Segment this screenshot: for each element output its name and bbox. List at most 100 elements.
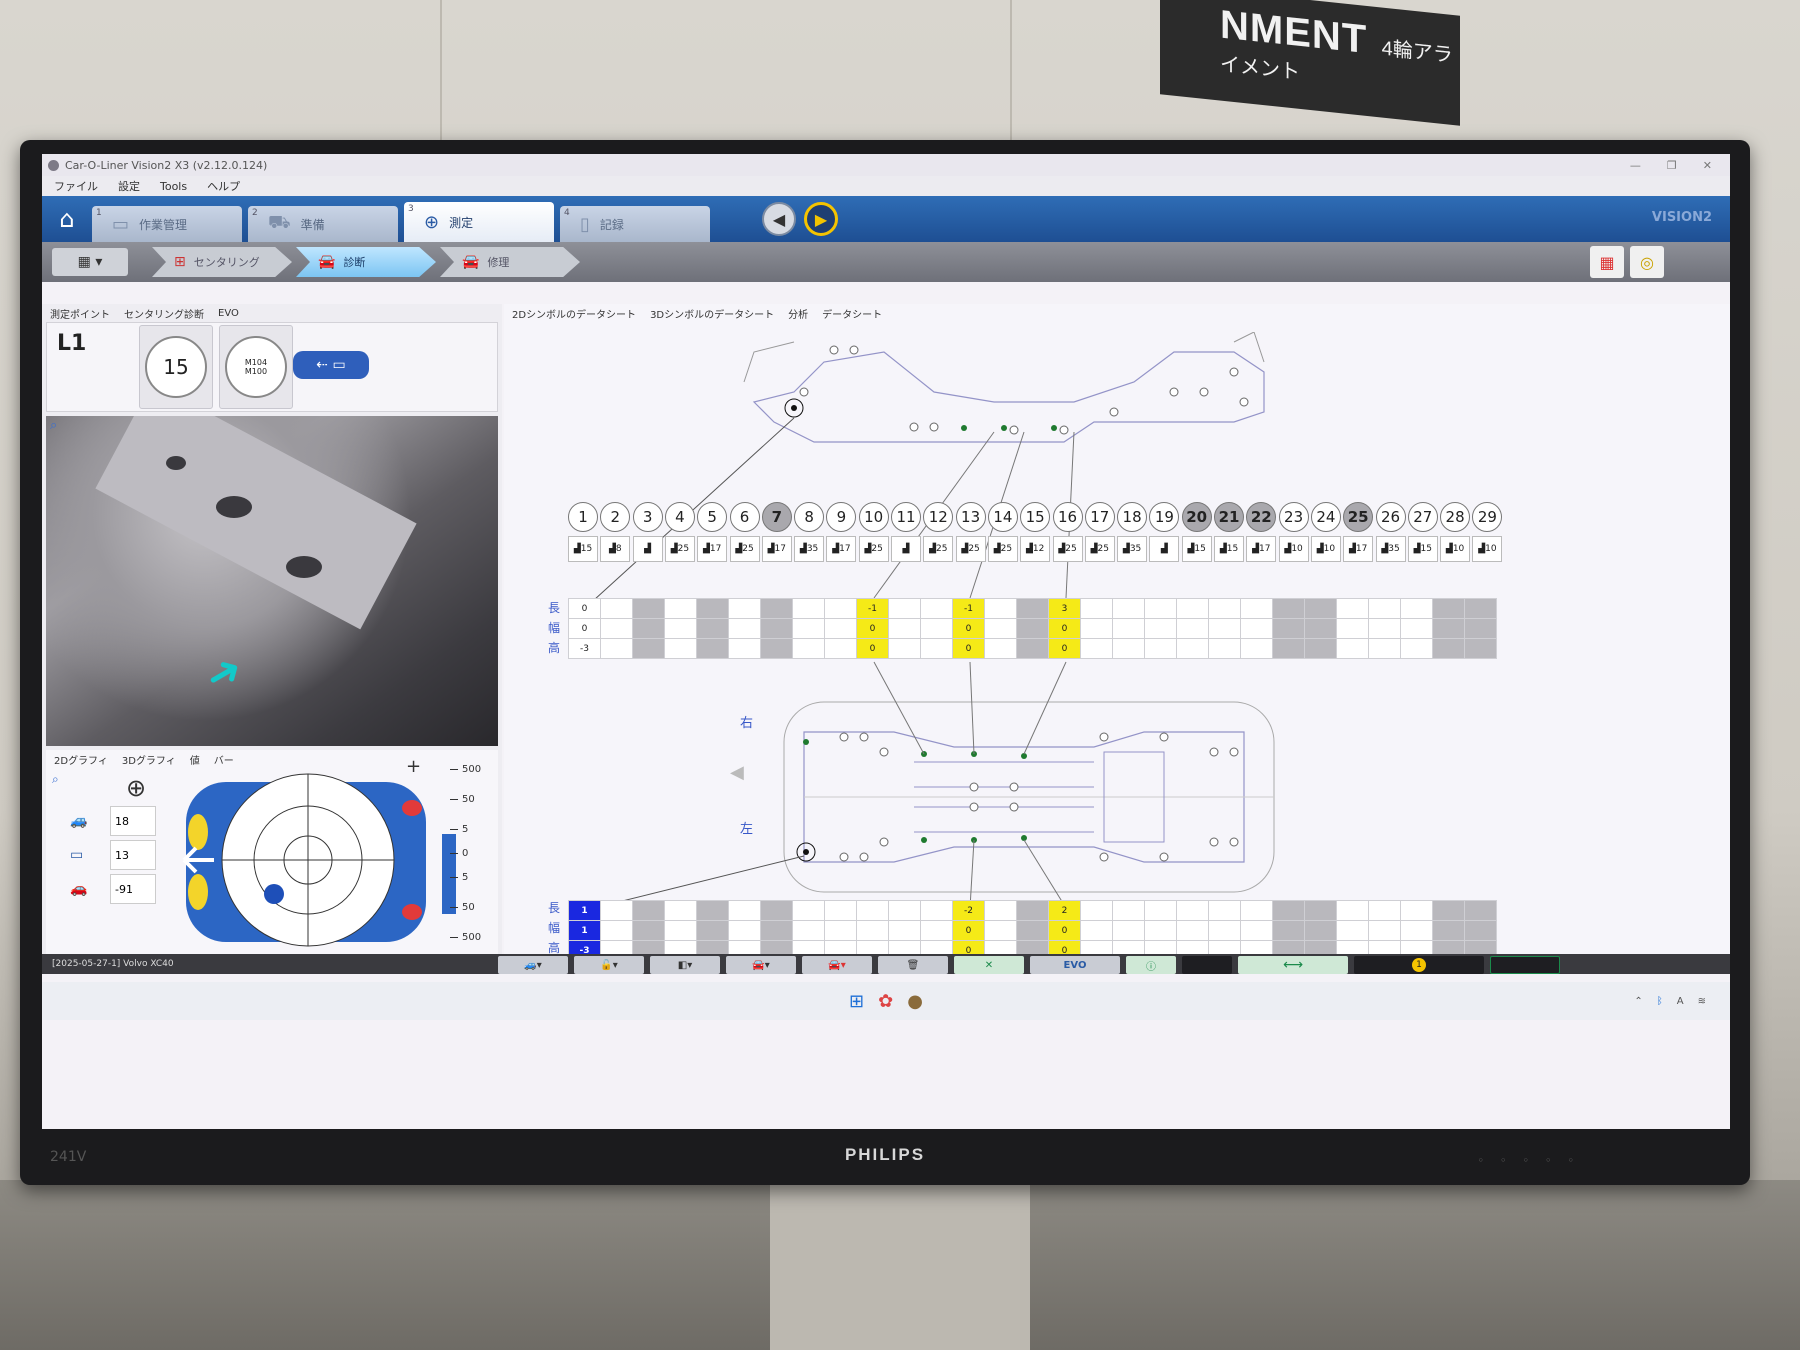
table-cell[interactable]: [920, 900, 953, 921]
table-cell[interactable]: [1080, 900, 1113, 921]
tab-preparation[interactable]: 2 ⛟ 準備: [248, 206, 398, 242]
table-cell[interactable]: 2: [1048, 900, 1081, 921]
table-cell[interactable]: [1464, 618, 1497, 639]
table-cell[interactable]: [1304, 598, 1337, 619]
table-cell[interactable]: [856, 900, 889, 921]
tab-analysis[interactable]: 分析: [788, 306, 808, 321]
table-cell[interactable]: [664, 900, 697, 921]
table-cell[interactable]: [984, 638, 1017, 659]
table-cell[interactable]: [600, 598, 633, 619]
table-cell[interactable]: [1080, 638, 1113, 659]
table-cell[interactable]: [1272, 900, 1305, 921]
table-cell[interactable]: 1: [568, 920, 601, 941]
table-cell[interactable]: [792, 900, 825, 921]
layout-dropdown[interactable]: ▦ ▾: [52, 248, 128, 276]
table-cell[interactable]: [1368, 598, 1401, 619]
table-cell[interactable]: [824, 638, 857, 659]
tab-2d-graphic[interactable]: 2Dグラフィ: [54, 752, 108, 767]
forward-button[interactable]: ▶: [804, 202, 838, 236]
measure-point-27[interactable]: 27: [1407, 502, 1438, 532]
zoom-icon[interactable]: ⌕: [50, 418, 57, 433]
table-cell[interactable]: [1112, 900, 1145, 921]
table-cell[interactable]: [1304, 638, 1337, 659]
table-cell[interactable]: [1176, 618, 1209, 639]
table-cell[interactable]: [600, 920, 633, 941]
table-cell[interactable]: [792, 638, 825, 659]
tab-bar[interactable]: バー: [214, 752, 234, 767]
table-cell[interactable]: [1304, 920, 1337, 941]
table-cell[interactable]: [728, 618, 761, 639]
table-cell[interactable]: [1336, 920, 1369, 941]
table-cell[interactable]: [728, 920, 761, 941]
table-cell[interactable]: [1272, 920, 1305, 941]
table-cell[interactable]: -3: [568, 638, 601, 659]
step-centering[interactable]: ⊞ センタリング: [152, 247, 292, 277]
ime-icon[interactable]: A: [1677, 996, 1684, 1007]
evo-button[interactable]: EVO: [1030, 956, 1120, 974]
table-cell[interactable]: 0: [856, 618, 889, 639]
table-cell[interactable]: [984, 900, 1017, 921]
table-cell[interactable]: [664, 618, 697, 639]
measure-point-5[interactable]: 5: [697, 502, 728, 532]
table-cell[interactable]: [600, 618, 633, 639]
table-cell[interactable]: [1176, 598, 1209, 619]
table-cell[interactable]: 0: [1048, 920, 1081, 941]
table-cell[interactable]: [920, 638, 953, 659]
table-cell[interactable]: [1272, 618, 1305, 639]
table-cell[interactable]: [696, 638, 729, 659]
measure-point-26[interactable]: 26: [1375, 502, 1406, 532]
table-cell[interactable]: [888, 598, 921, 619]
measure-point-23[interactable]: 23: [1278, 502, 1309, 532]
table-cell[interactable]: [1432, 638, 1465, 659]
bluetooth-icon[interactable]: ᛒ: [1657, 996, 1663, 1007]
table-cell[interactable]: [1176, 900, 1209, 921]
table-cell[interactable]: [760, 920, 793, 941]
table-cell[interactable]: [1080, 598, 1113, 619]
table-cell[interactable]: [824, 920, 857, 941]
step-repair[interactable]: 🚘 修理: [440, 247, 580, 277]
table-cell[interactable]: [1272, 638, 1305, 659]
table-cell[interactable]: [1432, 618, 1465, 639]
minimize-button[interactable]: —: [1630, 159, 1641, 172]
table-cell[interactable]: [888, 618, 921, 639]
table-cell[interactable]: [920, 920, 953, 941]
table-cell[interactable]: [984, 598, 1017, 619]
table-cell[interactable]: [1432, 920, 1465, 941]
view-car-button[interactable]: 🚘▾: [726, 956, 796, 974]
table-cell[interactable]: 3: [1048, 598, 1081, 619]
table-cell[interactable]: [632, 900, 665, 921]
table-cell[interactable]: [1464, 598, 1497, 619]
measure-point-11[interactable]: 11: [891, 502, 921, 532]
table-cell[interactable]: [1144, 618, 1177, 639]
table-cell[interactable]: [632, 920, 665, 941]
table-cell[interactable]: [1464, 900, 1497, 921]
measure-point-15[interactable]: 15: [1020, 502, 1051, 532]
table-cell[interactable]: [632, 638, 665, 659]
table-cell[interactable]: 0: [1048, 638, 1081, 659]
tab-measurement[interactable]: 3 ⊕ 測定: [404, 202, 554, 242]
table-cell[interactable]: [632, 618, 665, 639]
measure-point-14[interactable]: 14: [987, 502, 1018, 532]
table-cell[interactable]: [984, 618, 1017, 639]
target-view-button[interactable]: ◎: [1630, 246, 1664, 278]
table-cell[interactable]: 0: [1048, 618, 1081, 639]
menu-file[interactable]: ファイル: [54, 178, 98, 194]
table-cell[interactable]: [1016, 618, 1049, 639]
tab-centering-diagnosis[interactable]: センタリング診断: [124, 306, 204, 321]
swap-button[interactable]: ⟷: [1238, 956, 1348, 974]
tab-values[interactable]: 値: [190, 752, 200, 767]
menu-settings[interactable]: 設定: [118, 178, 140, 194]
table-cell[interactable]: [1240, 638, 1273, 659]
table-cell[interactable]: -1: [856, 598, 889, 619]
measure-point-13[interactable]: 13: [955, 502, 986, 532]
table-cell[interactable]: 1: [568, 900, 601, 921]
table-cell[interactable]: [824, 618, 857, 639]
measure-point-25[interactable]: 25: [1343, 502, 1374, 532]
view-car-side-button[interactable]: 🚙▾: [498, 956, 568, 974]
menu-help[interactable]: ヘルプ: [207, 178, 240, 194]
table-cell[interactable]: [1080, 920, 1113, 941]
table-cell[interactable]: [1208, 920, 1241, 941]
zoom-icon[interactable]: ⌕: [52, 772, 59, 787]
table-cell[interactable]: [1016, 900, 1049, 921]
table-cell[interactable]: [664, 598, 697, 619]
